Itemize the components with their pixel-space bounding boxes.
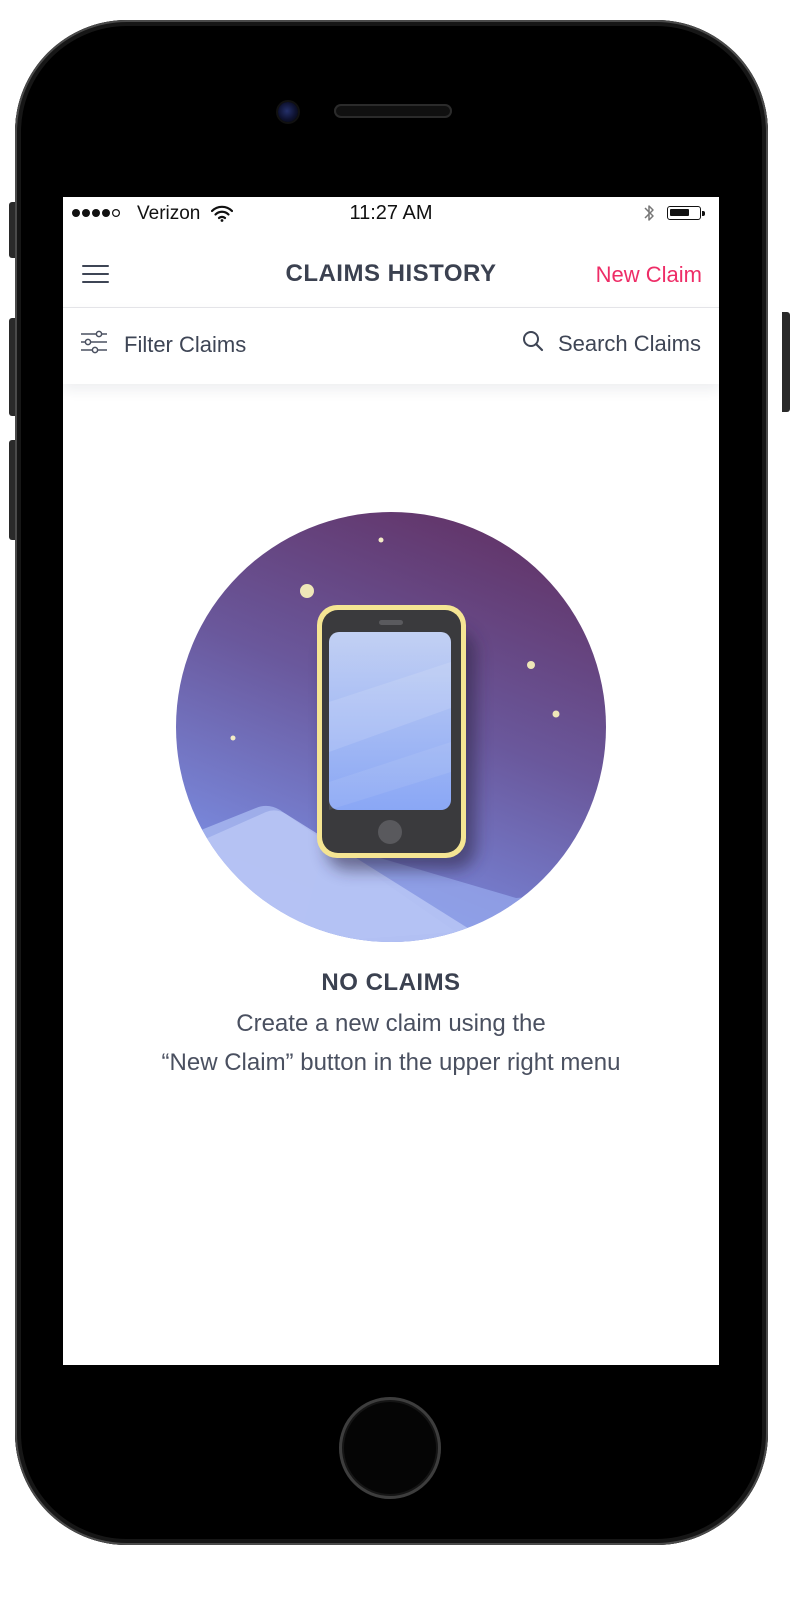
- bluetooth-icon: [643, 202, 655, 230]
- earpiece-speaker: [334, 104, 452, 118]
- battery-icon: [667, 206, 701, 220]
- new-claim-button[interactable]: New Claim: [596, 262, 702, 288]
- empty-state-title: NO CLAIMS: [321, 969, 461, 996]
- filter-claims-label: Filter Claims: [124, 331, 247, 357]
- phone-illustration: [176, 512, 606, 942]
- search-claims-label: Search Claims: [557, 330, 701, 356]
- app-screen: Verizon 11:27 AM CLAIMS HISTORY New Clai…: [63, 197, 719, 1365]
- empty-state-message-line-1: Create a new claim using the: [236, 1010, 546, 1037]
- battery-level: [670, 209, 689, 216]
- search-icon: [522, 330, 544, 357]
- empty-state-message-line-2: “New Claim” button in the upper right me…: [161, 1049, 621, 1076]
- filter-claims-button[interactable]: Filter Claims: [80, 330, 246, 359]
- device-mockup: Verizon 11:27 AM CLAIMS HISTORY New Clai…: [0, 0, 799, 1606]
- front-camera: [278, 102, 298, 122]
- power-button: [782, 312, 790, 412]
- filter-search-bar: Filter Claims Search Claims: [63, 308, 719, 384]
- home-button[interactable]: [339, 1397, 441, 1499]
- status-time: 11:27 AM: [349, 202, 433, 224]
- navigation-bar: CLAIMS HISTORY New Claim: [63, 243, 719, 308]
- sliders-icon: [80, 330, 108, 359]
- status-bar: Verizon 11:27 AM: [63, 197, 719, 231]
- search-claims-button[interactable]: Search Claims: [522, 330, 701, 357]
- battery-tip: [702, 211, 705, 216]
